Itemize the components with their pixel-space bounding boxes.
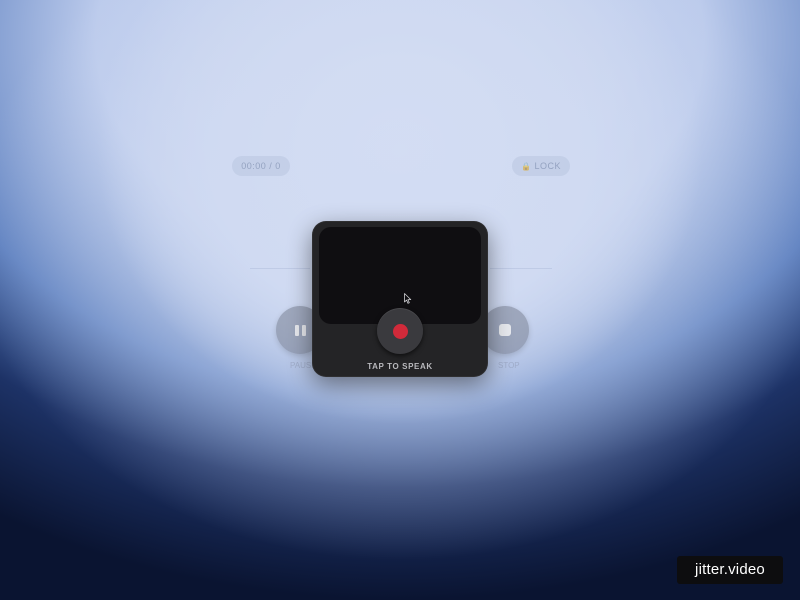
jitter-watermark: jitter.video — [677, 556, 783, 584]
stop-button[interactable] — [481, 306, 529, 354]
time-pill: 00:00 / 0 — [232, 156, 290, 176]
tap-to-speak-label: TAP TO SPEAK — [367, 362, 433, 371]
divider-left — [250, 268, 310, 269]
lock-icon: 🔒 — [521, 162, 532, 171]
record-dot-icon — [392, 323, 408, 339]
voice-recorder-widget: TAP TO SPEAK — [312, 221, 488, 377]
time-pill-text: 00:00 / 0 — [241, 161, 281, 171]
lock-button[interactable]: 🔒 LOCK — [512, 156, 570, 176]
mouse-cursor-icon — [404, 293, 412, 304]
divider-right — [490, 268, 552, 269]
stop-label: STOP — [498, 361, 520, 370]
pause-icon — [294, 324, 306, 336]
record-button[interactable] — [377, 308, 423, 354]
lock-label: LOCK — [534, 161, 561, 171]
stop-icon — [499, 324, 511, 336]
